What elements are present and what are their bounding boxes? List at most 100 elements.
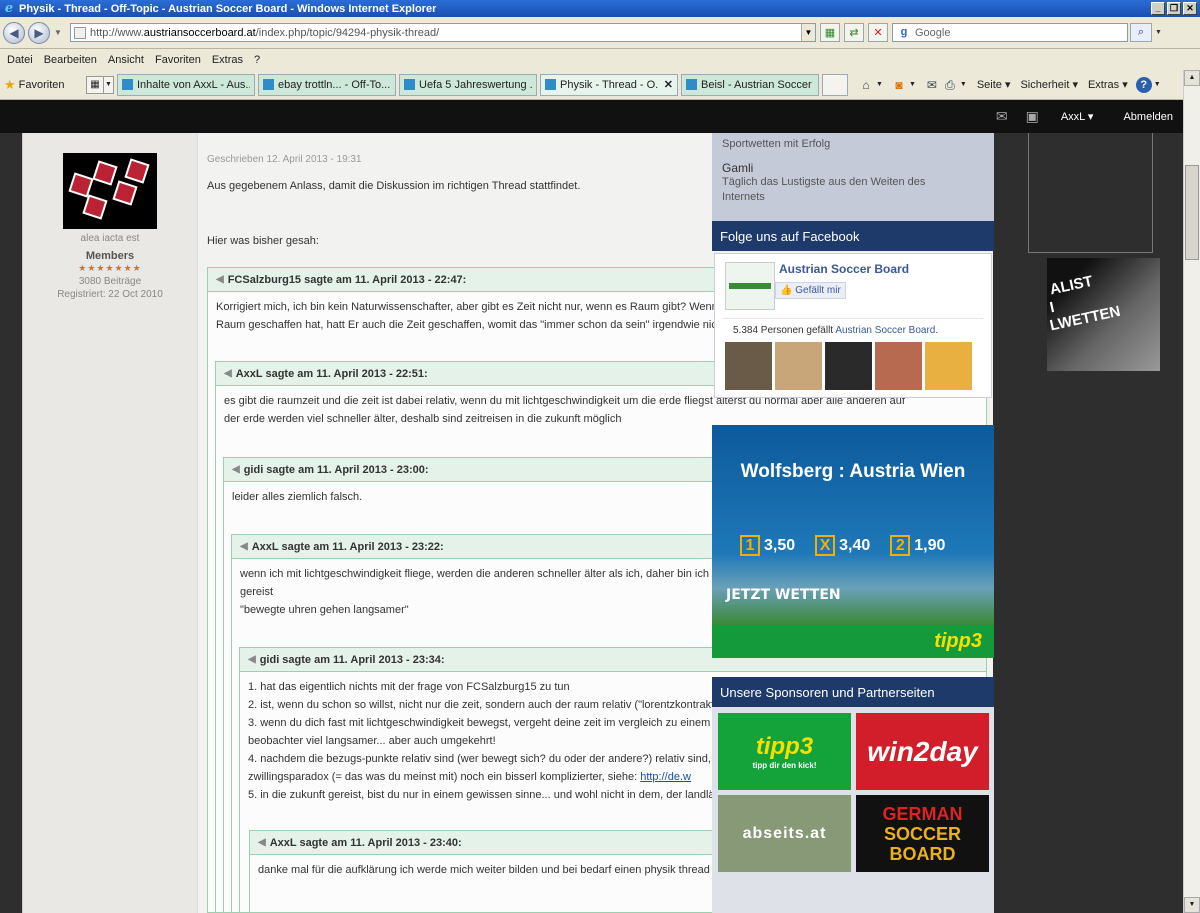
stop-button[interactable]: ✕: [868, 23, 888, 42]
scroll-thumb[interactable]: [1185, 165, 1199, 260]
quote-icon: ◀: [224, 368, 232, 379]
maximize-button[interactable]: ❐: [1167, 2, 1181, 15]
betting-banner-ad[interactable]: Wolfsberg : Austria Wien 1 3,50 X 3,40 2 1,…: [712, 425, 994, 658]
right-sidebar: Sportwetten mit Erfolg Gamli Täglich das…: [712, 133, 994, 913]
forward-arrow-icon: ▶: [34, 25, 44, 40]
help-icon[interactable]: ?: [1135, 76, 1152, 93]
tipp3-logo: tipp3: [712, 625, 994, 658]
close-tab-icon[interactable]: ✕: [664, 78, 673, 91]
post-count: 3080 Beiträge: [78, 276, 142, 287]
tab-inhalte[interactable]: Inhalte von AxxL - Aus...: [117, 73, 255, 96]
tab-beisl[interactable]: Beisl - Austrian Soccer ...: [681, 73, 819, 96]
window-titlebar: e Physik - Thread - Off-Topic - Austrian…: [0, 0, 1200, 17]
rank-stars: ★★★★★★★: [78, 263, 142, 273]
tab-favicon-icon: [545, 79, 556, 90]
window-title: Physik - Thread - Off-Topic - Austrian S…: [19, 2, 437, 15]
sponsor-abseits[interactable]: abseits.at: [718, 795, 851, 872]
user-group: Members: [85, 250, 135, 262]
tab-ebay[interactable]: ebay trottln... - Off-To...: [258, 73, 396, 96]
banner-cta[interactable]: JETZT WETTEN: [726, 587, 841, 603]
search-placeholder: Google: [915, 26, 951, 39]
address-dropdown[interactable]: ▼: [801, 24, 815, 41]
menu-tools[interactable]: Extras: [212, 54, 243, 66]
author-panel: alea iacta est Members ★★★★★★★ 3080 Beit…: [23, 133, 198, 913]
fan-avatar[interactable]: [925, 342, 972, 390]
fan-avatar[interactable]: [825, 342, 872, 390]
scroll-down-arrow[interactable]: ▼: [1184, 897, 1200, 913]
search-box[interactable]: g Google: [892, 23, 1128, 42]
logout-link[interactable]: Abmelden: [1123, 111, 1173, 123]
messages-icon[interactable]: ✉: [996, 108, 1008, 125]
page-favicon-icon: [74, 26, 86, 39]
link-desc-sportwetten[interactable]: Sportwetten mit Erfolg: [722, 137, 984, 152]
feed-dropdown[interactable]: ▼: [909, 81, 916, 88]
print-dropdown[interactable]: ▼: [960, 81, 967, 88]
fb-faces: [725, 342, 991, 390]
address-bar[interactable]: http://www.austriansoccerboard.at/index.…: [70, 23, 816, 42]
like-button[interactable]: 👍 Gefällt mir: [775, 282, 846, 299]
close-window-button[interactable]: ✕: [1183, 2, 1197, 15]
command-bar: ⌂ ▼ ◙ ▼ ✉ ⎙ ▼ Seite ▾ Sicherheit ▾ Extras ▾…: [858, 76, 1167, 93]
page-menu[interactable]: Seite ▾: [977, 78, 1011, 91]
menu-edit[interactable]: Bearbeiten: [44, 54, 97, 66]
search-button[interactable]: ⌕: [1130, 23, 1152, 42]
back-button[interactable]: ◀: [3, 21, 25, 44]
right-ad-frame: [1028, 133, 1153, 253]
vertical-scrollbar[interactable]: ▲ ▼: [1183, 70, 1200, 913]
menu-help[interactable]: ?: [254, 54, 260, 66]
quote-icon: ◀: [232, 464, 240, 475]
link-title-gamli[interactable]: Gamli: [722, 161, 984, 175]
refresh-icon: ⇄: [849, 27, 859, 39]
address-toolbar: ◀ ▶ ▼ http://www.austriansoccerboard.at/…: [0, 17, 1200, 49]
partner-links-box: Sportwetten mit Erfolg Gamli Täglich das…: [712, 133, 994, 221]
link-desc-gamli: Täglich das Lustigste aus den Weiten des…: [722, 176, 926, 203]
compatibility-button[interactable]: ▦: [820, 23, 840, 42]
new-tab-button[interactable]: [822, 73, 848, 96]
rss-feed-icon[interactable]: ◙: [891, 77, 907, 93]
fan-avatar[interactable]: [775, 342, 822, 390]
fb-page-name[interactable]: Austrian Soccer Board: [779, 262, 909, 276]
quick-tabs-button[interactable]: ▦: [86, 75, 104, 94]
print-icon[interactable]: ⎙: [942, 77, 958, 93]
right-promo-ad[interactable]: ALIST I LWETTEN: [1047, 258, 1160, 371]
menu-favorites[interactable]: Favoriten: [155, 54, 201, 66]
sponsor-german-soccer-board[interactable]: GERMAN SOCCER BOARD: [856, 795, 989, 872]
forward-button[interactable]: ▶: [28, 21, 50, 44]
magnifier-icon: ⌕: [1137, 26, 1145, 38]
favorites-button[interactable]: ★ Favoriten: [4, 77, 82, 93]
tab-list-dropdown[interactable]: ▼: [104, 75, 114, 94]
menu-file[interactable]: Datei: [7, 54, 33, 66]
security-menu[interactable]: Sicherheit ▾: [1020, 78, 1078, 91]
notifications-icon[interactable]: ▣: [1026, 108, 1039, 125]
search-options-dropdown[interactable]: ▼: [1155, 29, 1162, 36]
refresh-button[interactable]: ⇄: [844, 23, 864, 42]
user-menu[interactable]: AxxL ▾: [1061, 110, 1094, 123]
home-icon[interactable]: ⌂: [858, 77, 874, 93]
url-text: http://www.austriansoccerboard.at/index.…: [90, 26, 440, 39]
facebook-like-box: Austrian Soccer Board 👍 Gefällt mir 5.38…: [714, 253, 992, 398]
home-dropdown[interactable]: ▼: [876, 81, 883, 88]
scroll-up-arrow[interactable]: ▲: [1184, 70, 1200, 86]
minimize-button[interactable]: _: [1151, 2, 1165, 15]
quick-tabs-icon: ▦: [90, 78, 100, 90]
sponsor-win2day[interactable]: win2day: [856, 713, 989, 790]
back-arrow-icon: ◀: [9, 25, 19, 40]
thumbs-up-icon: 👍: [780, 285, 793, 296]
wiki-link[interactable]: http://de.w: [640, 771, 691, 783]
tab-uefa[interactable]: Uefa 5 Jahreswertung ...: [399, 73, 537, 96]
sponsor-grid: tipp3 tipp dir den kick! win2day abseits.…: [712, 707, 994, 913]
fan-avatar[interactable]: [725, 342, 772, 390]
tab-physik-active[interactable]: Physik - Thread - O... ✕: [540, 73, 678, 96]
help-dropdown[interactable]: ▼: [1154, 81, 1161, 88]
menu-view[interactable]: Ansicht: [108, 54, 144, 66]
tools-menu[interactable]: Extras ▾: [1088, 78, 1128, 91]
tab-favicon-icon: [686, 79, 697, 90]
fan-avatar[interactable]: [875, 342, 922, 390]
board-logo[interactable]: [725, 262, 775, 310]
mail-icon[interactable]: ✉: [924, 77, 940, 93]
banner-odds: 1 3,50 X 3,40 2 1,90: [740, 535, 945, 556]
avatar[interactable]: [63, 153, 157, 229]
history-dropdown[interactable]: ▼: [54, 28, 64, 37]
fb-like-count: 5.384 Personen gefällt Austrian Soccer B…: [723, 318, 983, 336]
sponsor-tipp3[interactable]: tipp3 tipp dir den kick!: [718, 713, 851, 790]
